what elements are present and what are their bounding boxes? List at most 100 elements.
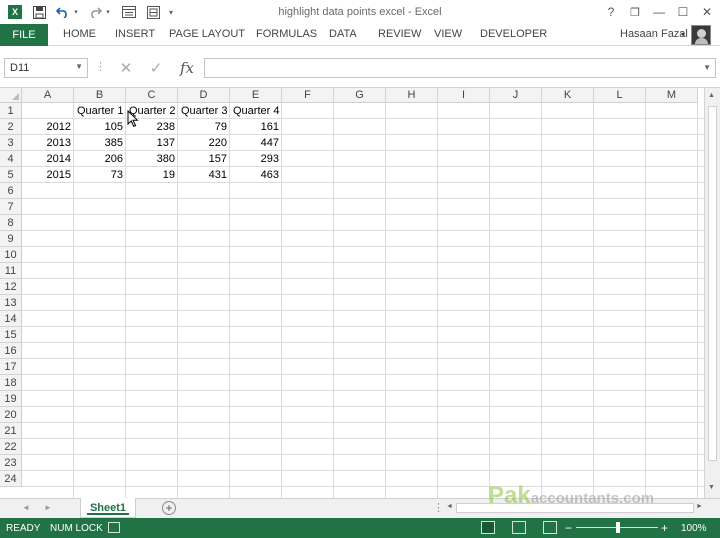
row-header-16[interactable]: 16	[0, 343, 22, 359]
row-header-8[interactable]: 8	[0, 215, 22, 231]
column-header-k[interactable]: K	[542, 88, 594, 103]
row-header-14[interactable]: 14	[0, 311, 22, 327]
row-header-3[interactable]: 3	[0, 135, 22, 151]
tab-review[interactable]: REVIEW	[378, 28, 421, 40]
expand-formula-bar-icon[interactable]: ▼	[703, 63, 711, 72]
zoom-out-icon[interactable]: −	[565, 521, 572, 535]
row-header-10[interactable]: 10	[0, 247, 22, 263]
tab-developer[interactable]: DEVELOPER	[480, 28, 547, 40]
add-sheet-button[interactable]: +	[162, 501, 176, 515]
row-header-2[interactable]: 2	[0, 119, 22, 135]
maximize-icon[interactable]: ☐	[672, 3, 694, 21]
normal-view-icon[interactable]	[481, 521, 495, 534]
cancel-icon[interactable]: ✕	[116, 58, 136, 78]
column-header-c[interactable]: C	[126, 88, 178, 103]
column-header-j[interactable]: J	[490, 88, 542, 103]
row-header-21[interactable]: 21	[0, 423, 22, 439]
column-header-m[interactable]: M	[646, 88, 698, 103]
cell-area[interactable]: Quarter 1 Quarter 2 Quarter 3 Quarter 4 2012…	[22, 103, 704, 498]
row-header-6[interactable]: 6	[0, 183, 22, 199]
scroll-up-icon[interactable]: ▲	[708, 92, 715, 99]
name-box[interactable]: D11 ▼	[4, 58, 88, 78]
select-all-button[interactable]	[0, 88, 22, 103]
ribbon-display-options-icon[interactable]: ❐	[624, 3, 646, 21]
zoom-in-icon[interactable]: +	[661, 521, 668, 535]
cell-e4[interactable]: 293	[230, 151, 282, 167]
tab-formulas[interactable]: FORMULAS	[256, 28, 317, 40]
insert-function-icon[interactable]: fx	[176, 58, 198, 78]
chevron-down-icon[interactable]: ▼	[75, 62, 83, 71]
scroll-left-icon[interactable]: ◄	[446, 503, 453, 510]
row-header-13[interactable]: 13	[0, 295, 22, 311]
row-header-19[interactable]: 19	[0, 391, 22, 407]
cell-b3[interactable]: 385	[74, 135, 126, 151]
row-header-9[interactable]: 9	[0, 231, 22, 247]
row-header-23[interactable]: 23	[0, 455, 22, 471]
column-header-b[interactable]: B	[74, 88, 126, 103]
column-header-g[interactable]: G	[334, 88, 386, 103]
cell-b2[interactable]: 105	[74, 119, 126, 135]
row-header-4[interactable]: 4	[0, 151, 22, 167]
column-header-i[interactable]: I	[438, 88, 490, 103]
row-header-17[interactable]: 17	[0, 359, 22, 375]
cell-b4[interactable]: 206	[74, 151, 126, 167]
tab-page-layout[interactable]: PAGE LAYOUT	[169, 28, 245, 40]
cell-d4[interactable]: 157	[178, 151, 230, 167]
scroll-down-icon[interactable]: ▼	[708, 484, 715, 491]
row-header-7[interactable]: 7	[0, 199, 22, 215]
formula-bar-grip-icon[interactable]: ⋮	[95, 60, 106, 73]
sheet-tab-sheet1[interactable]: Sheet1	[80, 498, 136, 518]
row-header-12[interactable]: 12	[0, 279, 22, 295]
tab-split-handle-icon[interactable]: ⋮	[433, 501, 444, 514]
page-break-preview-icon[interactable]	[543, 521, 557, 534]
zoom-level[interactable]: 100%	[681, 523, 707, 534]
tab-home[interactable]: HOME	[63, 28, 96, 40]
close-icon[interactable]: ✕	[696, 3, 718, 21]
tab-view[interactable]: VIEW	[434, 28, 462, 40]
column-header-f[interactable]: F	[282, 88, 334, 103]
row-header-5[interactable]: 5	[0, 167, 22, 183]
row-header-15[interactable]: 15	[0, 327, 22, 343]
cell-d2[interactable]: 79	[178, 119, 230, 135]
page-layout-view-icon[interactable]	[512, 521, 526, 534]
next-sheet-icon[interactable]: ►	[44, 503, 52, 512]
minimize-icon[interactable]: —	[648, 3, 670, 21]
vertical-scrollbar[interactable]: ▲ ▼	[704, 88, 720, 498]
cell-c3[interactable]: 137	[126, 135, 178, 151]
cell-d5[interactable]: 431	[178, 167, 230, 183]
scroll-right-icon[interactable]: ►	[696, 503, 703, 510]
row-header-11[interactable]: 11	[0, 263, 22, 279]
cell-e3[interactable]: 447	[230, 135, 282, 151]
column-header-e[interactable]: E	[230, 88, 282, 103]
avatar[interactable]	[691, 25, 711, 45]
cell-c5[interactable]: 19	[126, 167, 178, 183]
vertical-scroll-thumb[interactable]	[708, 106, 717, 461]
column-header-l[interactable]: L	[594, 88, 646, 103]
cell-d1[interactable]: Quarter 3	[178, 103, 230, 119]
column-header-a[interactable]: A	[22, 88, 74, 103]
cell-e5[interactable]: 463	[230, 167, 282, 183]
macro-recording-icon[interactable]	[108, 522, 120, 533]
tab-data[interactable]: DATA	[329, 28, 357, 40]
previous-sheet-icon[interactable]: ◄	[22, 503, 30, 512]
tab-file[interactable]: FILE	[0, 24, 48, 46]
zoom-slider-thumb[interactable]	[616, 522, 620, 533]
cell-e2[interactable]: 161	[230, 119, 282, 135]
cell-a2[interactable]: 2012	[22, 119, 74, 135]
row-header-24[interactable]: 24	[0, 471, 22, 487]
row-header-22[interactable]: 22	[0, 439, 22, 455]
cell-e1[interactable]: Quarter 4	[230, 103, 282, 119]
cell-c4[interactable]: 380	[126, 151, 178, 167]
column-header-h[interactable]: H	[386, 88, 438, 103]
column-header-d[interactable]: D	[178, 88, 230, 103]
row-header-1[interactable]: 1	[0, 103, 22, 119]
formula-input[interactable]: ▼	[204, 58, 716, 78]
cell-d3[interactable]: 220	[178, 135, 230, 151]
help-icon[interactable]: ?	[600, 3, 622, 21]
cell-a4[interactable]: 2014	[22, 151, 74, 167]
row-header-18[interactable]: 18	[0, 375, 22, 391]
row-header-20[interactable]: 20	[0, 407, 22, 423]
tab-insert[interactable]: INSERT	[115, 28, 155, 40]
user-name[interactable]: Hasaan Fazal	[620, 28, 688, 40]
cell-a3[interactable]: 2013	[22, 135, 74, 151]
